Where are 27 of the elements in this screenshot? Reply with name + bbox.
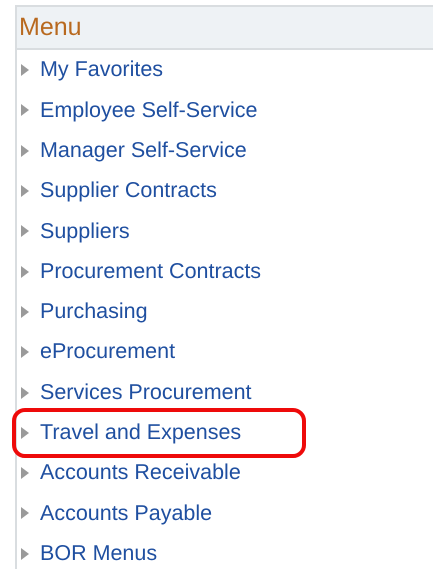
expand-triangle-icon[interactable] <box>20 103 30 118</box>
expand-triangle-icon[interactable] <box>20 144 30 158</box>
menu-link[interactable]: Employee Self-Service <box>40 98 258 122</box>
menu-link[interactable]: Services Procurement <box>40 380 252 404</box>
menu-link[interactable]: BOR Menus <box>40 542 158 566</box>
menu-link[interactable]: Purchasing <box>40 300 148 324</box>
menu-link[interactable]: Manager Self-Service <box>40 138 247 163</box>
expand-triangle-icon[interactable] <box>20 466 30 480</box>
menu-link[interactable]: Suppliers <box>40 220 130 244</box>
menu-link[interactable]: My Favorites <box>40 58 164 82</box>
expand-triangle-icon[interactable] <box>20 506 30 520</box>
menu-title: Menu <box>19 15 82 40</box>
menu-link[interactable]: Supplier Contracts <box>40 179 217 203</box>
expand-triangle-icon[interactable] <box>20 386 30 400</box>
menu-link[interactable]: Travel and Expenses <box>40 421 242 445</box>
menu-link[interactable]: Accounts Payable <box>40 502 212 526</box>
expand-triangle-icon[interactable] <box>20 224 30 238</box>
expand-triangle-icon[interactable] <box>20 264 30 279</box>
expand-triangle-icon[interactable] <box>20 63 30 78</box>
expand-triangle-icon[interactable] <box>20 184 30 198</box>
expand-triangle-icon[interactable] <box>20 546 30 561</box>
expand-triangle-icon[interactable] <box>20 426 30 440</box>
menu-link[interactable]: Procurement Contracts <box>40 260 262 284</box>
menu-link[interactable]: eProcurement <box>40 340 176 364</box>
expand-triangle-icon[interactable] <box>20 304 30 319</box>
expand-triangle-icon[interactable] <box>20 345 30 360</box>
menu-link[interactable]: Accounts Receivable <box>40 461 241 485</box>
